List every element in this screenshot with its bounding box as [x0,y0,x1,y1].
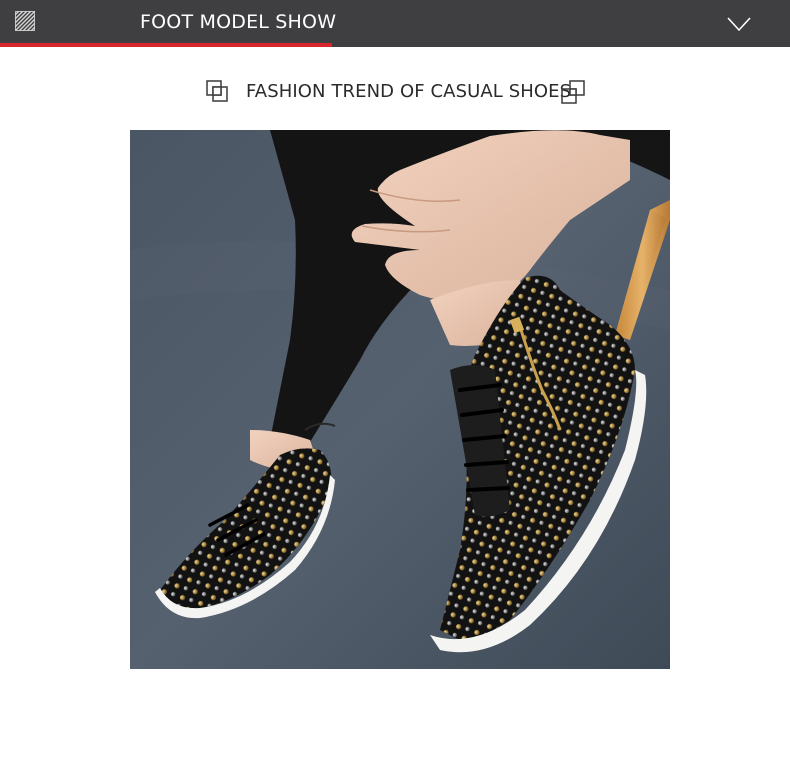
hatch-icon[interactable] [15,11,35,31]
model-photo [130,130,670,669]
header-accent-bar [0,43,332,47]
top-header-bar: FOOT MODEL SHOW [0,0,790,47]
chevron-down-icon[interactable] [727,16,751,32]
section-subtitle: FASHION TREND OF CASUAL SHOES [246,81,572,102]
section-heading: FASHION TREND OF CASUAL SHOES [0,76,790,106]
overlapping-squares-icon [206,80,228,102]
shoe-illustration [130,130,670,669]
overlapping-squares-icon [561,80,585,104]
header-title: FOOT MODEL SHOW [140,11,337,33]
